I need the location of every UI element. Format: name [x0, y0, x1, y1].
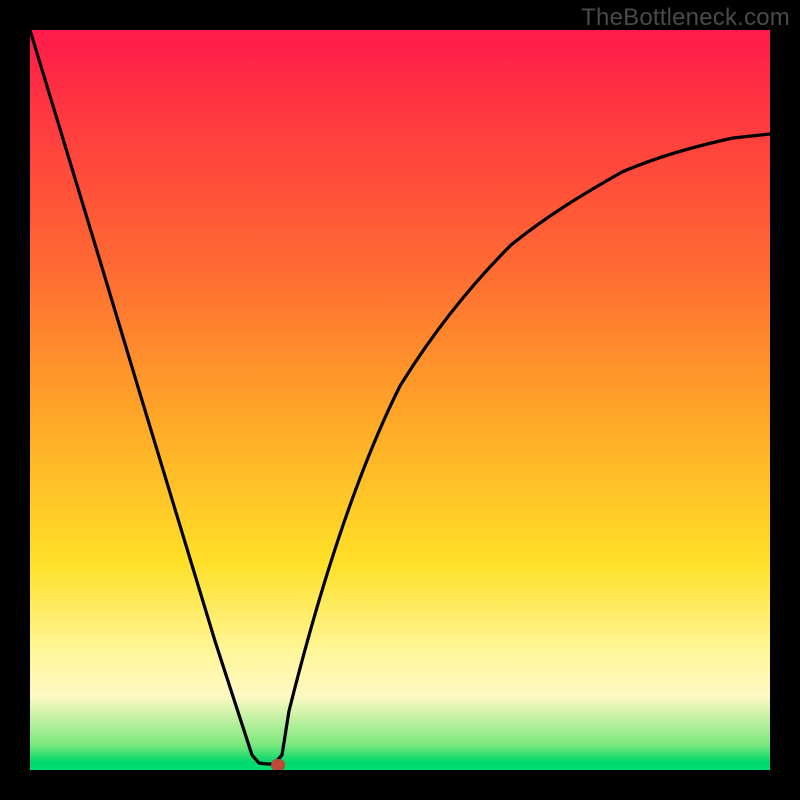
- optimal-point-marker: [271, 759, 285, 770]
- curve-path: [30, 30, 770, 764]
- watermark-text: TheBottleneck.com: [581, 4, 790, 32]
- chart-frame: TheBottleneck.com: [0, 0, 800, 800]
- bottleneck-curve: [30, 30, 770, 770]
- plot-area: [30, 30, 770, 770]
